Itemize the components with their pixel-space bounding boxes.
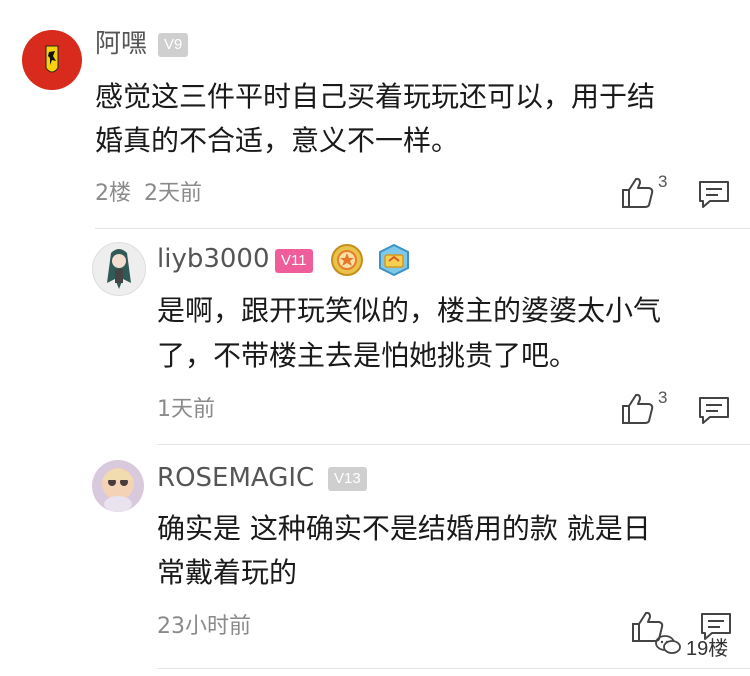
like-button[interactable] xyxy=(620,176,656,210)
comment-author[interactable]: ROSEMAGIC xyxy=(157,462,314,494)
like-count: 3 xyxy=(658,172,668,191)
comment-author[interactable]: liyb3000 xyxy=(157,243,270,275)
avatar[interactable] xyxy=(92,460,144,512)
level-badge: V13 xyxy=(328,467,367,491)
medal-badge-icon xyxy=(376,242,412,278)
reply-button[interactable] xyxy=(698,180,730,210)
ferrari-horse-icon xyxy=(45,45,59,73)
comment-bubble-icon xyxy=(699,397,729,424)
divider xyxy=(95,228,750,229)
medal-badge-icon xyxy=(329,242,365,278)
thumbs-up-icon xyxy=(622,177,654,208)
divider xyxy=(157,668,750,669)
comment-bubble-icon xyxy=(699,181,729,208)
timestamp: 23小时前 xyxy=(157,614,251,639)
avatar-illustration-icon xyxy=(102,468,134,512)
thumbs-up-icon xyxy=(622,393,654,424)
reply-text-line: 常戴着玩的 xyxy=(157,556,298,589)
level-badge: V9 xyxy=(158,33,189,57)
avatar[interactable] xyxy=(92,242,146,296)
timestamp: 2天前 xyxy=(144,181,202,206)
avatar[interactable] xyxy=(22,30,82,90)
avatar-illustration-icon xyxy=(107,249,131,289)
watermark-text: 19楼 xyxy=(686,638,729,660)
comment-text-line: 婚真的不合适，意义不一样。 xyxy=(95,124,460,157)
level-badge: V11 xyxy=(275,249,313,273)
divider xyxy=(157,444,750,445)
like-button[interactable] xyxy=(620,392,656,426)
floor-number: 2楼 xyxy=(95,181,131,206)
comment-text-line: 感觉这三件平时自己买着玩玩还可以，用于结 xyxy=(95,80,656,113)
like-count: 3 xyxy=(658,388,668,407)
timestamp: 1天前 xyxy=(157,397,215,422)
wechat-logo-icon xyxy=(654,634,682,656)
reply-button[interactable] xyxy=(698,396,730,426)
reply-text-line: 确实是 这种确实不是结婚用的款 就是日 xyxy=(157,512,651,545)
reply-text-line: 是啊，跟开玩笑似的，楼主的婆婆太小气 xyxy=(157,294,662,327)
comment-author[interactable]: 阿嘿 xyxy=(95,28,147,60)
reply-text-line: 了，不带楼主去是怕她挑贵了吧。 xyxy=(157,339,578,372)
